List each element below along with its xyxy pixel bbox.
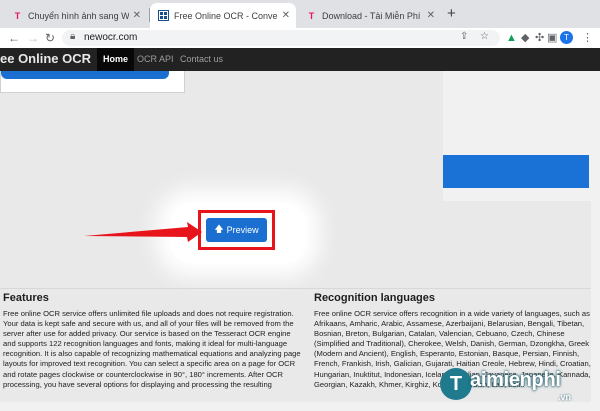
watermark-initial: T [440,368,472,400]
taimienphi-watermark: T aimienphi .vn [440,364,596,406]
watermark-tld: .vn [558,392,572,402]
watermark-word: aimienphi [470,369,561,391]
languages-heading: Recognition languages [314,292,436,304]
features-heading: Features [3,292,49,304]
features-section: Features Free online OCR service offers … [3,292,302,390]
section-divider [0,288,600,289]
vertical-scrollbar[interactable] [591,71,600,402]
features-text: Free online OCR service offers unlimited… [3,309,301,389]
